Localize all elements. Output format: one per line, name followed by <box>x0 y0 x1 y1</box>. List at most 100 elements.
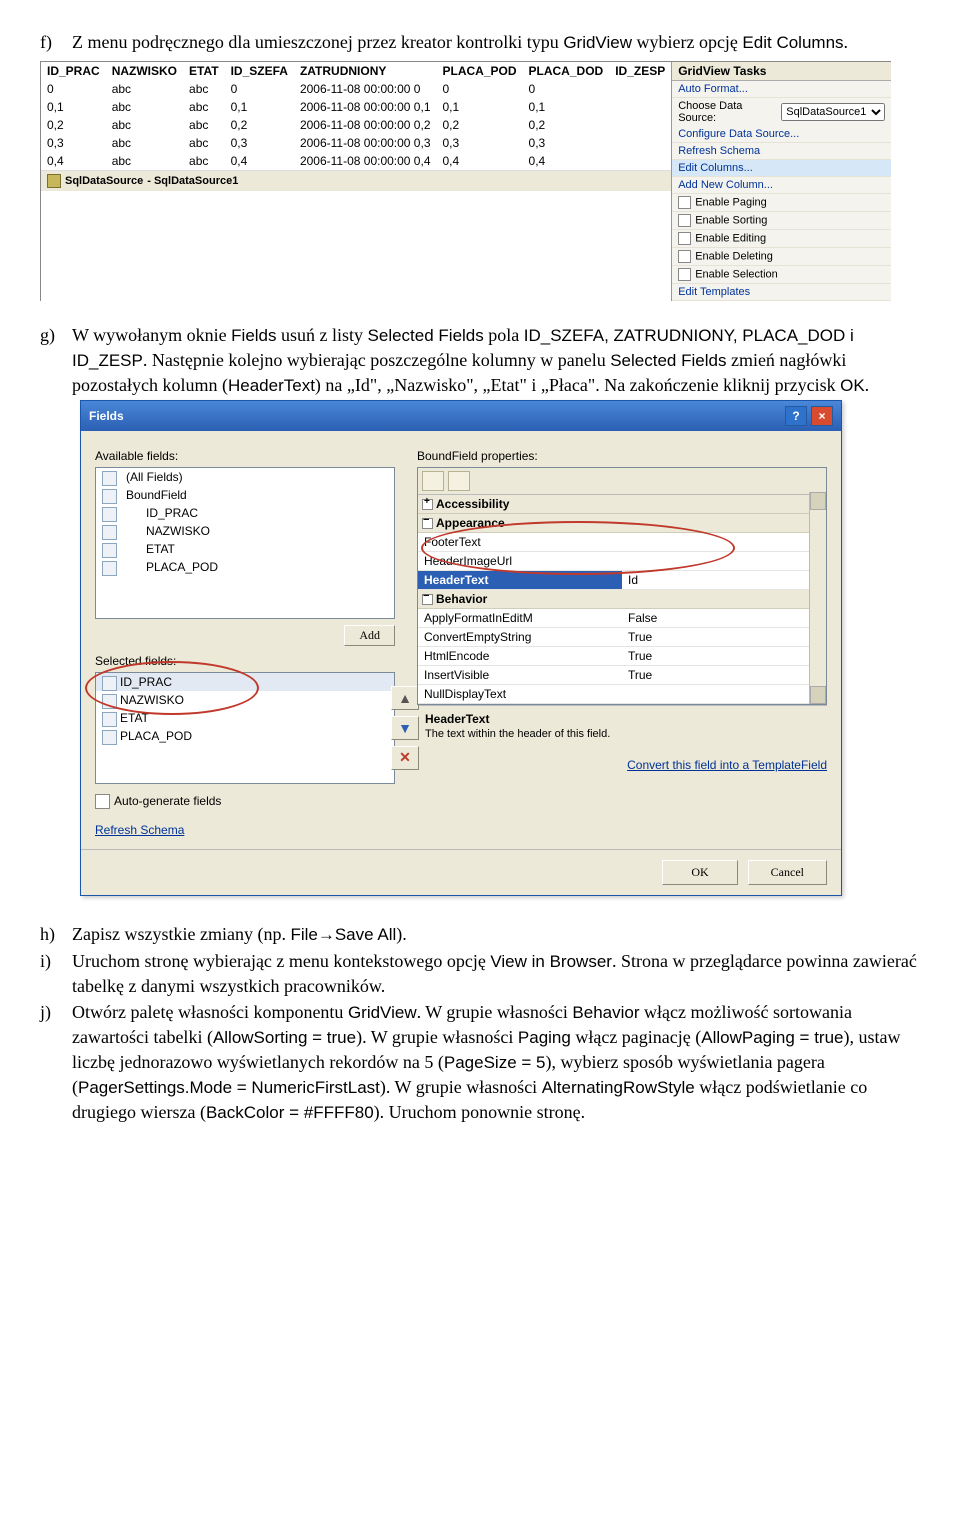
help-button[interactable]: ? <box>785 406 807 426</box>
convert-templatefield-link[interactable]: Convert this field into a TemplateField <box>627 758 827 772</box>
cell: 0 <box>437 80 523 98</box>
code: PageSize = 5 <box>444 1053 546 1072</box>
alphabetical-icon[interactable] <box>448 471 470 491</box>
text: ). W grupie własności <box>380 1077 542 1097</box>
marker-j: j) <box>40 1000 58 1125</box>
category-behavior[interactable]: Behavior <box>418 590 826 609</box>
cell: 2006-11-08 00:00:00 0,2 <box>294 116 437 134</box>
move-down-button[interactable]: ▼ <box>391 716 419 740</box>
checkbox-icon[interactable] <box>95 794 110 809</box>
prop-value[interactable] <box>622 685 826 703</box>
task-refresh-schema[interactable]: Refresh Schema <box>672 143 891 160</box>
autogen-label: Auto-generate fields <box>114 794 221 808</box>
close-button[interactable]: × <box>811 406 833 426</box>
selected-fields-list[interactable]: ID_PRAC NAZWISKO ETAT PLACA_POD <box>95 672 395 784</box>
step-h-text: Zapisz wszystkie zmiany (np. File→Save A… <box>72 922 407 947</box>
cell: 0,3 <box>437 134 523 152</box>
tree-item[interactable]: PLACA_POD <box>96 558 394 576</box>
prop-name[interactable]: ConvertEmptyString <box>418 628 622 646</box>
code: Selected Fields <box>368 326 484 345</box>
property-grid[interactable]: Accessibility Appearance FooterText Head… <box>417 467 827 705</box>
code: AlternatingRowStyle <box>542 1078 695 1097</box>
text: ). <box>396 924 407 944</box>
tree-item[interactable]: ETAT <box>96 540 394 558</box>
datasource-bar: SqlDataSource - SqlDataSource1 <box>41 170 671 191</box>
gridview-preview: ID_PRAC NAZWISKO ETAT ID_SZEFA ZATRUDNIO… <box>41 62 671 301</box>
cancel-button[interactable]: Cancel <box>748 860 827 885</box>
reorder-buttons: ▲ ▼ ✕ <box>391 686 419 770</box>
marker-i: i) <box>40 949 58 998</box>
list-item[interactable]: ID_PRAC <box>96 673 394 691</box>
property-description: HeaderText The text within the header of… <box>417 705 827 746</box>
tree-item[interactable]: ID_PRAC <box>96 504 394 522</box>
move-up-button[interactable]: ▲ <box>391 686 419 710</box>
refresh-schema-link[interactable]: Refresh Schema <box>95 823 184 837</box>
tree-item[interactable]: BoundField <box>96 486 394 504</box>
left-column: Available fields: (All Fields) BoundFiel… <box>95 441 395 837</box>
cell: abc <box>183 80 225 98</box>
list-item[interactable]: NAZWISKO <box>96 691 394 709</box>
tasks-title: GridView Tasks <box>672 62 891 81</box>
list-item[interactable]: ETAT <box>96 709 394 727</box>
datasource-select[interactable]: SqlDataSource1 <box>781 103 885 121</box>
cell: abc <box>183 116 225 134</box>
cell: abc <box>106 98 183 116</box>
categorized-icon[interactable] <box>422 471 444 491</box>
remove-button[interactable]: ✕ <box>391 746 419 770</box>
task-add-column[interactable]: Add New Column... <box>672 177 891 194</box>
col-head: ID_PRAC <box>41 62 106 80</box>
text: Zapisz wszystkie zmiany (np. <box>72 924 290 944</box>
ds-value: - SqlDataSource1 <box>147 175 238 187</box>
task-edit-columns[interactable]: Edit Columns... <box>672 160 891 177</box>
add-button[interactable]: Add <box>344 625 395 646</box>
prop-name[interactable]: HeaderImageUrl <box>418 552 622 570</box>
tree-item[interactable]: NAZWISKO <box>96 522 394 540</box>
task-enable-selection[interactable]: Enable Selection <box>672 266 891 284</box>
marker-f: f) <box>40 30 58 55</box>
code: AllowSorting = true <box>213 1028 356 1047</box>
task-auto-format[interactable]: Auto Format... <box>672 81 891 98</box>
desc-title: HeaderText <box>425 712 819 726</box>
prop-value[interactable]: True <box>622 666 826 684</box>
cell: 2006-11-08 00:00:00 0 <box>294 80 437 98</box>
available-fields-tree[interactable]: (All Fields) BoundField ID_PRAC NAZWISKO… <box>95 467 395 619</box>
cell: 0,2 <box>437 116 523 134</box>
scroll-down-icon[interactable] <box>810 686 826 704</box>
prop-value[interactable]: Id <box>622 571 826 589</box>
prop-value[interactable]: False <box>622 609 826 627</box>
prop-value[interactable] <box>622 552 826 570</box>
scrollbar[interactable] <box>809 492 826 704</box>
prop-name[interactable]: HeaderText <box>418 571 622 589</box>
cell: 0,4 <box>225 152 294 170</box>
code: File→Save All <box>290 925 396 944</box>
task-enable-deleting[interactable]: Enable Deleting <box>672 248 891 266</box>
category-accessibility[interactable]: Accessibility <box>418 495 826 514</box>
task-edit-templates[interactable]: Edit Templates <box>672 284 891 301</box>
task-enable-paging[interactable]: Enable Paging <box>672 194 891 212</box>
right-column: BoundField properties: Accessibility App… <box>417 441 827 837</box>
prop-value[interactable]: True <box>622 647 826 665</box>
cell: 0,1 <box>437 98 523 116</box>
tree-item[interactable]: (All Fields) <box>96 468 394 486</box>
prop-name[interactable]: FooterText <box>418 533 622 551</box>
text: włącz paginację ( <box>571 1027 701 1047</box>
prop-name[interactable]: NullDisplayText <box>418 685 622 703</box>
task-enable-editing[interactable]: Enable Editing <box>672 230 891 248</box>
scroll-up-icon[interactable] <box>810 492 826 510</box>
task-configure-ds[interactable]: Configure Data Source... <box>672 126 891 143</box>
prop-value[interactable]: True <box>622 628 826 646</box>
col-head: ID_ZESP <box>609 62 671 80</box>
smart-tasks-panel: GridView Tasks Auto Format... Choose Dat… <box>671 62 891 301</box>
prop-name[interactable]: HtmlEncode <box>418 647 622 665</box>
cell: 0,3 <box>523 134 610 152</box>
task-enable-sorting[interactable]: Enable Sorting <box>672 212 891 230</box>
autogen-row[interactable]: Auto-generate fields <box>95 794 395 809</box>
list-item[interactable]: PLACA_POD <box>96 727 394 745</box>
prop-value[interactable] <box>622 533 826 551</box>
task-choose-datasource: Choose Data Source: SqlDataSource1 <box>672 98 891 126</box>
code: View in Browser <box>490 952 612 971</box>
ok-button[interactable]: OK <box>662 860 737 885</box>
prop-name[interactable]: InsertVisible <box>418 666 622 684</box>
prop-name[interactable]: ApplyFormatInEditM <box>418 609 622 627</box>
category-appearance[interactable]: Appearance <box>418 514 826 533</box>
